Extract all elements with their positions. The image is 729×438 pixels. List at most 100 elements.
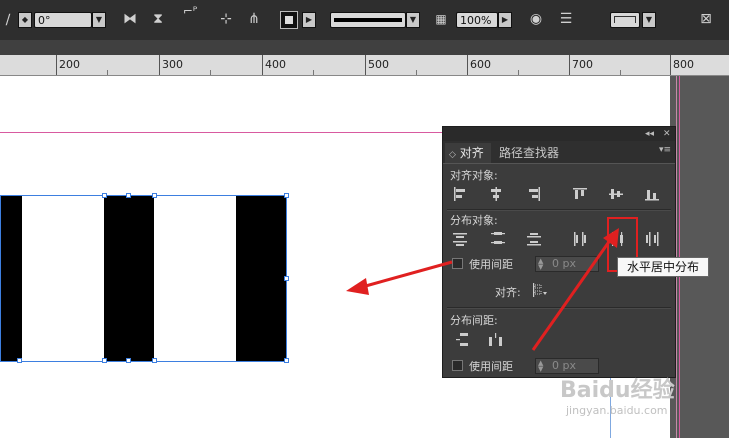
selection-bounding-box[interactable]	[0, 195, 287, 362]
control-toolbar: ∕ ◆ 0° ▼ ⧓ ⧗ ⌐ᴾ ⊹ ⋔ ▶ ▼ ▦ 100% ▶ ◉ ☰ ▼ ⊠	[0, 0, 729, 41]
align-to-label: 对齐:	[495, 286, 521, 299]
ruler-label: 500	[368, 58, 389, 71]
distribute-horizontal-space-button[interactable]	[487, 331, 505, 349]
align-to-dropdown[interactable]	[531, 281, 549, 299]
spacing-field[interactable]: ▲ ▼ 0 px	[535, 256, 599, 272]
wrap-icon[interactable]: ☰	[556, 10, 576, 28]
selection-handle[interactable]	[284, 193, 289, 198]
panel-title-bar[interactable]: ◂◂ ✕	[443, 127, 675, 141]
selection-handle[interactable]	[102, 358, 107, 363]
ruler-minor-tick	[518, 70, 519, 75]
selection-handle[interactable]	[284, 358, 289, 363]
selection-handle[interactable]	[152, 358, 157, 363]
distribute-vertical-centers-button[interactable]	[489, 230, 507, 248]
ruler-label: 400	[265, 58, 286, 71]
panel-divider	[447, 307, 671, 309]
distribute-vcenter-icon	[491, 232, 505, 244]
align-top-edges-button[interactable]	[571, 185, 589, 203]
ruler-label: 300	[162, 58, 183, 71]
distribute-right-edges-button[interactable]	[643, 230, 661, 248]
distribute-top-edges-button[interactable]	[451, 230, 469, 248]
flip-horizontal-icon[interactable]: ⧓	[120, 10, 140, 28]
ruler-tick	[56, 55, 57, 75]
panel-menu-icon[interactable]: ▾≡	[659, 145, 671, 155]
tab-toggle-icon: ◇	[449, 150, 456, 160]
use-spacing-label-2: 使用间距	[469, 360, 513, 373]
selection-handle[interactable]	[102, 193, 107, 198]
ruler-minor-tick	[107, 70, 108, 75]
ruler-tick	[569, 55, 570, 75]
opacity-arrow-button[interactable]: ▶	[498, 12, 512, 28]
use-spacing-checkbox[interactable]	[452, 258, 463, 269]
use-spacing-checkbox-2[interactable]	[452, 360, 463, 371]
watermark: Baidu经验	[560, 378, 675, 403]
distribute-top-icon	[453, 233, 467, 246]
opacity-field[interactable]: 100%	[456, 12, 498, 28]
distribute-spacing-label: 分布间距:	[450, 314, 498, 327]
ruler-label: 600	[470, 58, 491, 71]
align-vertical-centers-button[interactable]	[607, 185, 625, 203]
rotation-field[interactable]: 0°	[34, 12, 92, 28]
ruler-tick	[670, 55, 671, 75]
selection-handle[interactable]	[126, 193, 131, 198]
distribute-left-icon	[574, 232, 586, 246]
tab-align-label: 对齐	[459, 146, 484, 160]
stroke-arrow-button[interactable]: ▶	[302, 12, 316, 28]
selection-handle[interactable]	[152, 193, 157, 198]
opacity-icon: ▦	[435, 12, 447, 26]
rotation-stepper[interactable]: ◆	[18, 12, 32, 28]
align-left-icon	[454, 187, 465, 201]
tab-pathfinder[interactable]: 路径查找器	[499, 143, 559, 163]
watermark-url: jingyan.baidu.com	[566, 404, 668, 417]
panel-divider	[447, 209, 671, 211]
use-spacing-label: 使用间距	[469, 258, 513, 271]
distribute-hspace-icon	[489, 333, 502, 346]
stroke-style-field[interactable]	[330, 12, 406, 28]
close-icon[interactable]: ✕	[663, 127, 671, 141]
ruler-label: 200	[59, 58, 80, 71]
ruler-tick	[467, 55, 468, 75]
align-horizontal-centers-button[interactable]	[487, 185, 505, 203]
tooltip: 水平居中分布	[617, 257, 709, 277]
ruler-minor-tick	[416, 70, 417, 75]
effect-icon[interactable]: ◉	[526, 10, 546, 28]
ruler-label: 800	[673, 58, 694, 71]
align-panel: ◂◂ ✕ ◇ 对齐 路径查找器 ▾≡ 对齐对象: 分布对象: 使用间距 ▲ ▼ …	[442, 126, 676, 378]
distribute-bottom-edges-button[interactable]	[525, 230, 543, 248]
frame-shape-dropdown[interactable]: ▼	[642, 12, 656, 28]
spacing-value-2: 0 px	[552, 359, 576, 372]
ruler-minor-tick	[620, 70, 621, 75]
align-left-edges-button[interactable]	[451, 185, 469, 203]
ruler-minor-tick	[210, 70, 211, 75]
align-right-edges-button[interactable]	[525, 185, 543, 203]
distribute-right-icon	[646, 232, 659, 246]
spacing-stepper-icon[interactable]: ▲ ▼	[538, 360, 543, 373]
reference-point-icon[interactable]: ⌐ᴾ	[176, 2, 204, 20]
distribute-left-edges-button[interactable]	[571, 230, 589, 248]
ruler-label: 700	[572, 58, 593, 71]
frame-shape-field[interactable]	[610, 12, 640, 28]
align-bottom-icon	[645, 190, 659, 201]
stroke-style-dropdown[interactable]: ▼	[406, 12, 420, 28]
align-right-icon	[529, 187, 540, 201]
selection-handle[interactable]	[126, 358, 131, 363]
selection-handle[interactable]	[284, 276, 289, 281]
ruler-tick	[365, 55, 366, 75]
align-bottom-edges-button[interactable]	[643, 185, 661, 203]
rotation-dropdown[interactable]: ▼	[92, 12, 106, 28]
distribute-objects-label: 分布对象:	[450, 214, 498, 227]
align-top-icon	[573, 188, 587, 199]
distribute-vertical-space-button[interactable]	[453, 331, 471, 349]
stroke-swatch[interactable]	[280, 11, 298, 29]
selection-handle[interactable]	[17, 358, 22, 363]
flip-vertical-icon[interactable]: ⧗	[148, 10, 168, 28]
distribute-icon[interactable]: ⋔	[244, 10, 264, 28]
settings-icon[interactable]: ⊠	[696, 10, 716, 28]
tab-align[interactable]: ◇ 对齐	[445, 143, 491, 163]
horizontal-ruler[interactable]: 200 300 400 500 600 700 800	[0, 55, 729, 76]
align-center-icon[interactable]: ⊹	[216, 10, 236, 28]
skew-icon[interactable]: ∕	[2, 11, 14, 29]
collapse-icon[interactable]: ◂◂	[645, 127, 654, 141]
ruler-tick	[159, 55, 160, 75]
spacing-stepper-icon[interactable]: ▲ ▼	[538, 258, 543, 271]
